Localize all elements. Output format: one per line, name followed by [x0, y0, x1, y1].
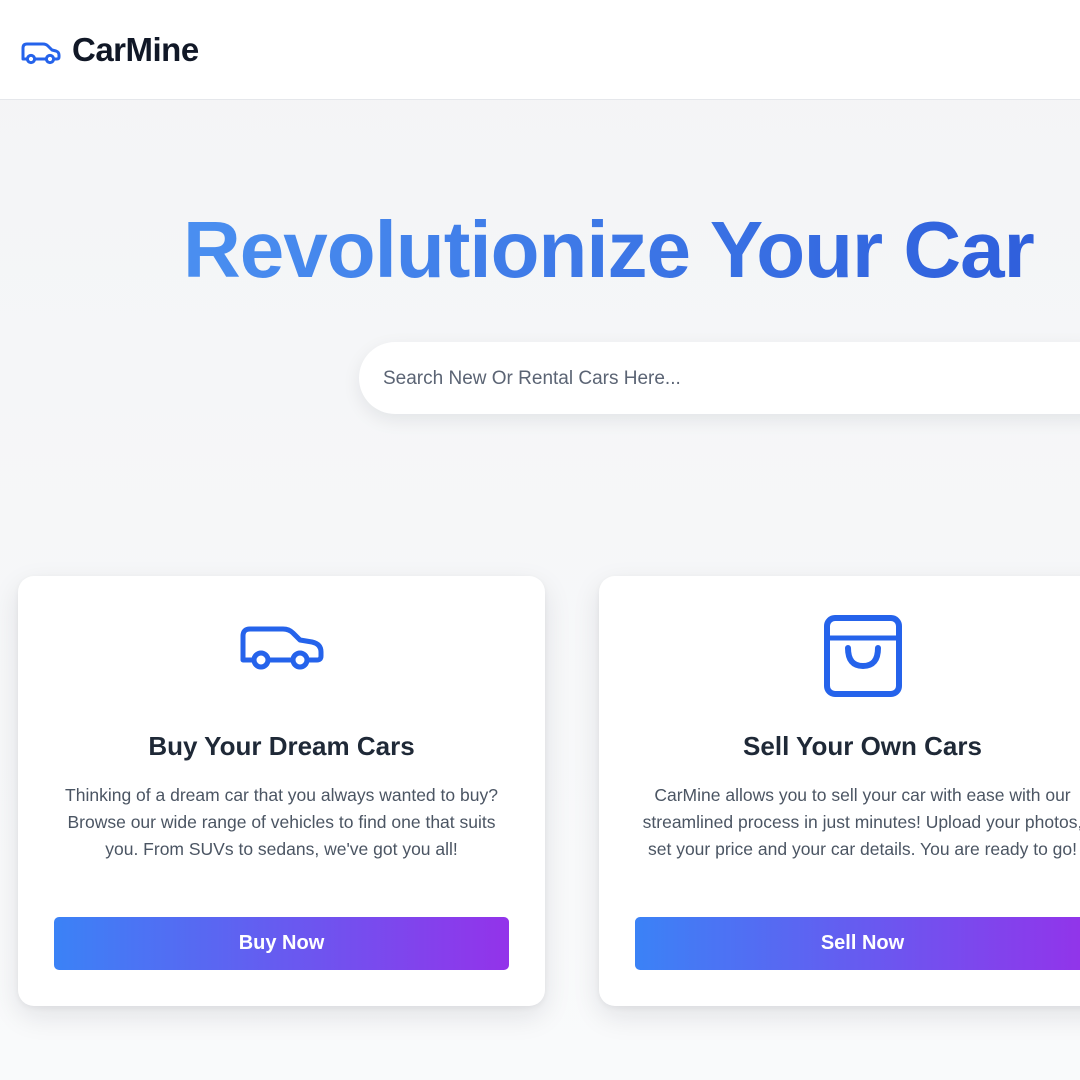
brand-name[interactable]: CarMine	[72, 30, 199, 70]
car-icon	[240, 626, 323, 670]
site-header: CarMine	[0, 0, 1080, 100]
search-bar[interactable]	[359, 342, 1080, 416]
car-icon[interactable]	[19, 34, 61, 66]
shopping-bag-icon	[823, 615, 902, 697]
search-input[interactable]	[381, 342, 1080, 416]
card-description: Thinking of a dream car that you always …	[65, 785, 498, 859]
sell-now-button[interactable]: Sell Now	[635, 917, 1080, 970]
hero-title: Revolutionize Your Car	[183, 200, 1035, 300]
card-title: Buy Your Dream Cars	[148, 731, 415, 761]
buy-card: Buy Your Dream Cars Thinking of a dream …	[18, 576, 545, 1006]
sell-card: Sell Your Own Cars CarMine allows you to…	[599, 576, 1080, 1006]
card-title: Sell Your Own Cars	[743, 731, 982, 761]
buy-now-button[interactable]: Buy Now	[54, 917, 509, 970]
landing-page: CarMine Revolutionize Your Car Buy Your …	[0, 0, 1080, 1080]
card-description: CarMine allows you to sell your car with…	[642, 785, 1080, 859]
